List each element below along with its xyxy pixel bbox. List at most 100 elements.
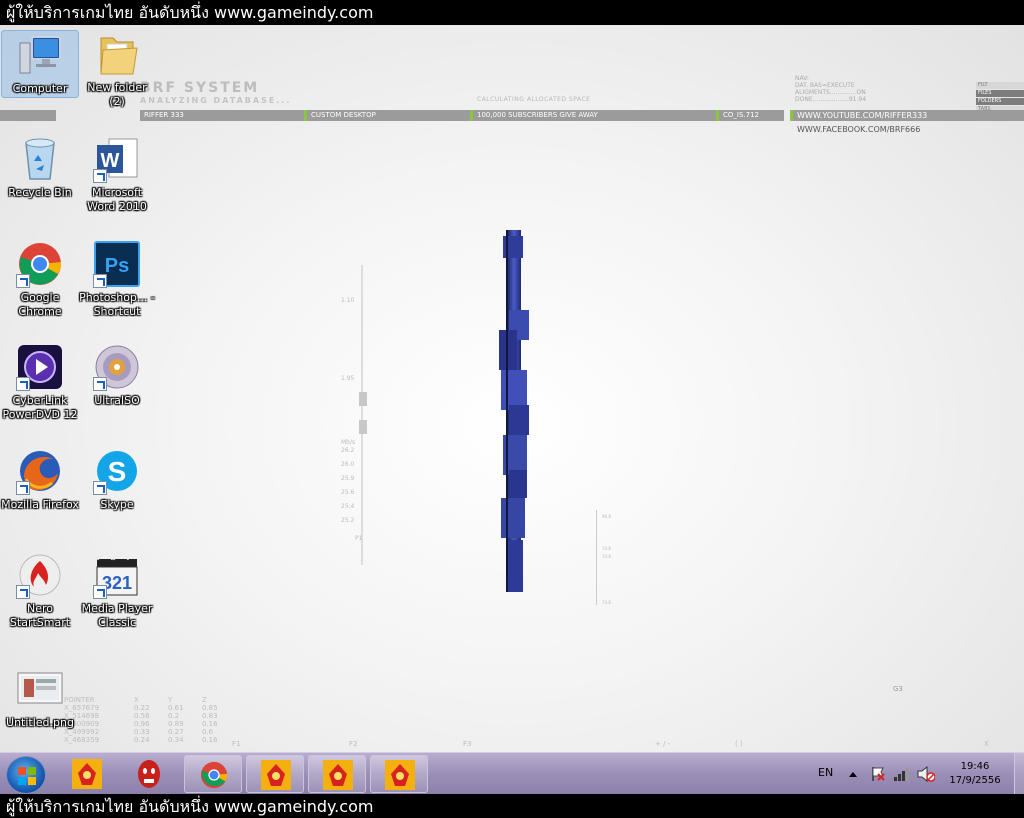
fkey-label: ( )	[735, 740, 743, 748]
menu-item: FILES	[976, 90, 1024, 97]
mini-label: 74.8	[602, 600, 611, 605]
desktop-icon-powerdvd[interactable]: CyberLink PowerDVD 12	[1, 343, 79, 422]
bar-segment-blank	[0, 110, 56, 121]
game-app-icon	[323, 760, 353, 790]
shortcut-arrow-icon	[93, 169, 107, 183]
shortcut-arrow-icon	[16, 377, 30, 391]
icon-label: Computer	[12, 82, 68, 95]
desktop-icon-microsoft-word[interactable]: W Microsoft Word 2010	[78, 135, 156, 214]
taskbar: EN 19:46 17/9/2556	[0, 752, 1024, 795]
icon-label: Nero StartSmart	[9, 602, 71, 629]
scale-label: 1.95	[341, 375, 355, 382]
volume-muted-icon[interactable]	[917, 766, 935, 782]
desktop-icon-skype[interactable]: S Skype	[78, 447, 156, 512]
desktop-icon-computer[interactable]: Computer	[1, 30, 79, 98]
shortcut-arrow-icon	[93, 481, 107, 495]
image-file-icon	[16, 665, 64, 713]
pointer-cell: 0.96	[134, 720, 150, 728]
icon-label: Mozilla Firefox	[1, 498, 79, 511]
wallpaper-facebook: WWW.FACEBOOK.COM/BRF666	[797, 125, 921, 134]
pointer-header: Z	[202, 696, 207, 704]
pointer-cell: 0.61	[168, 704, 184, 712]
taskbar-game-app[interactable]	[308, 755, 366, 793]
system-clock[interactable]: 19:46 17/9/2556	[940, 760, 1010, 788]
desktop-icon-firefox[interactable]: Mozilla Firefox	[1, 447, 79, 512]
wallpaper-info-bar: RIFFER 333 CUSTOM DESKTOP 100,000 SUBSCR…	[0, 110, 1024, 121]
word-icon: W	[93, 135, 141, 183]
scale-label: P1	[355, 535, 363, 542]
nav-line: NAV:	[795, 75, 809, 82]
scale-label: 25.9	[341, 475, 355, 482]
show-hidden-icons-icon[interactable]	[848, 770, 858, 778]
taskbar-game-app[interactable]	[370, 755, 428, 793]
nav-line: DAT. BAS=EXECUTE	[795, 82, 855, 89]
desktop-icon-ultraiso[interactable]: UltraISO	[78, 343, 156, 408]
wallpaper-calc-text: CALCULATING ALLOCATED SPACE	[477, 96, 591, 103]
icon-label: Google Chrome	[18, 291, 62, 318]
wallpaper-pointer-table: POINTER X Y Z X_657679 0.22 0.61 0.85 X_…	[64, 696, 232, 744]
scale-label: 26.2	[341, 447, 355, 454]
taskbar-game-app[interactable]	[58, 755, 116, 793]
pointer-cell: 0.85	[202, 704, 218, 712]
powerdvd-icon	[16, 343, 64, 391]
recycle-bin-icon	[16, 135, 64, 183]
bar-segment: RIFFER 333	[140, 110, 304, 121]
ultraiso-icon	[93, 343, 141, 391]
taskbar-chrome[interactable]	[184, 755, 242, 793]
taskbar-game-app[interactable]	[246, 755, 304, 793]
pointer-cell: 0.27	[168, 728, 184, 736]
show-desktop-button[interactable]	[1014, 753, 1024, 795]
game-app-icon	[385, 760, 415, 790]
windows-logo-icon	[18, 767, 36, 785]
pointer-cell: 0.83	[202, 712, 218, 720]
scale-label: 25.4	[341, 503, 355, 510]
desktop-icon-recycle-bin[interactable]: Recycle Bin	[1, 135, 79, 200]
mini-label: 96.8	[602, 514, 611, 519]
shortcut-arrow-icon	[16, 585, 30, 599]
bottom-banner: ผู้ให้บริการเกมไทย อันดับหนึ่ง www.gamei…	[0, 794, 1024, 818]
nav-line: DONE...................91.94	[795, 96, 867, 103]
icon-label: Skype	[100, 498, 134, 511]
desktop-icon-google-chrome[interactable]: Google Chrome	[1, 240, 79, 319]
icon-label: Recycle Bin	[8, 186, 72, 199]
scale-label: 1.10	[341, 297, 355, 304]
pointer-cell: 0.16	[202, 720, 218, 728]
clock-date: 17/9/2556	[949, 775, 1001, 786]
shortcut-arrow-icon	[16, 274, 30, 288]
bar-segment: WWW.YOUTUBE.COM/RIFFER333	[790, 110, 1024, 121]
scale-label: 25.6	[341, 489, 355, 496]
clock-time: 19:46	[960, 761, 990, 772]
game-app-icon	[261, 760, 291, 790]
desktop-icon-photoshop[interactable]: Ps Photoshop... - Shortcut	[78, 240, 156, 319]
pointer-cell: 0.58	[134, 712, 150, 720]
nero-icon	[16, 551, 64, 599]
computer-icon	[16, 31, 64, 79]
wallpaper-fkeys: F1 F2 F3 + / - ( ) X	[0, 740, 1024, 750]
fkey-label: F3	[463, 740, 472, 748]
scale-label: 25.2	[341, 517, 355, 524]
desktop-icon-untitled-png[interactable]: Untitled.png	[1, 665, 79, 730]
menu-item: FOLDERS	[976, 98, 1024, 105]
scale-label: Mb/s	[341, 439, 356, 446]
bar-segment: CO_IS.712	[716, 110, 784, 121]
language-indicator[interactable]: EN	[818, 766, 833, 779]
mini-label: 74.8	[602, 554, 611, 559]
desktop[interactable]: BRF SYSTEM ANALYZING DATABASE... CALCULA…	[0, 25, 1024, 752]
pointer-header: Y	[168, 696, 173, 704]
pointer-cell: 0.89	[168, 720, 184, 728]
start-button[interactable]	[6, 756, 46, 794]
media-player-classic-icon: 321	[93, 551, 141, 599]
action-center-flag-icon[interactable]	[870, 766, 886, 782]
bar-segment: CUSTOM DESKTOP	[304, 110, 470, 121]
fkey-label: F2	[349, 740, 358, 748]
mini-label: 74.8	[602, 546, 611, 551]
network-signal-icon[interactable]	[893, 767, 909, 781]
shortcut-arrow-icon	[93, 585, 107, 599]
desktop-icon-new-folder[interactable]: New folder (2)	[78, 30, 156, 109]
taskbar-red-face-app[interactable]	[120, 755, 178, 793]
desktop-icon-media-player-classic[interactable]: 321 Media Player Classic	[78, 551, 156, 630]
desktop-icon-nero[interactable]: Nero StartSmart	[1, 551, 79, 630]
blue-3d-structure	[499, 230, 529, 592]
svg-text:Ps: Ps	[105, 255, 129, 277]
shortcut-arrow-icon	[93, 377, 107, 391]
